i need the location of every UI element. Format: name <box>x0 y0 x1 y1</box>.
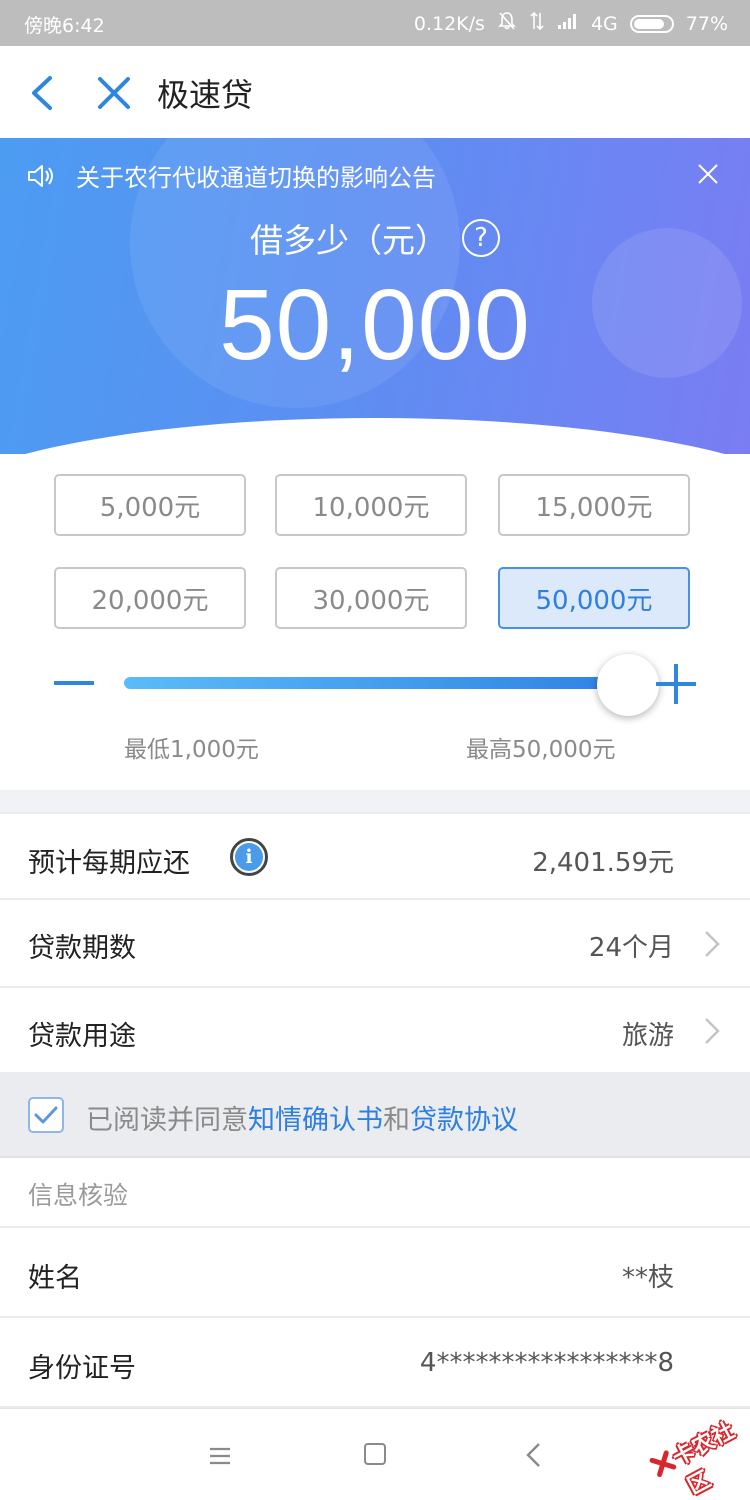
notice-text: 关于农行代收通道切换的影响公告 <box>76 164 436 192</box>
close-icon <box>98 77 130 109</box>
mute-bell-icon <box>497 11 517 36</box>
amount-slider-fill <box>124 677 624 689</box>
nav-bar: 极速贷 <box>0 46 750 138</box>
loan-purpose-label: 贷款用途 <box>28 1021 136 1052</box>
menu-icon[interactable] <box>209 1447 231 1465</box>
system-back-icon[interactable] <box>524 1442 544 1468</box>
loan-amount-display: 50,000 <box>219 269 531 381</box>
amount-slider-track[interactable] <box>124 677 624 689</box>
status-indicators: 0.12K/s 4G 77% <box>414 11 728 36</box>
loan-term-row[interactable]: 贷款期数 24个月 <box>0 900 750 988</box>
id-number-value: 4*****************8 <box>419 1348 674 1378</box>
increase-button[interactable] <box>656 664 696 704</box>
network-speed: 0.12K/s <box>413 12 485 35</box>
installment-label: 预计每期应还 <box>28 848 190 879</box>
check-icon <box>34 1106 58 1124</box>
amount-option-button[interactable]: 10,000元 <box>275 474 467 536</box>
status-bar: 傍晚6:42 0.12K/s 4G 77% <box>0 0 750 46</box>
agreement-prefix: 已阅读并同意 <box>86 1105 248 1136</box>
loan-amount-hero: 关于农行代收通道切换的影响公告 借多少（元） ? 50,000 <box>0 138 750 454</box>
loan-purpose-row[interactable]: 贷款用途 旅游 <box>0 988 750 1074</box>
chevron-left-icon <box>32 76 52 110</box>
battery-icon <box>629 14 674 33</box>
agreement-row: 已阅读并同意知情确认书和贷款协议 <box>0 1074 750 1158</box>
hero-wave <box>0 418 750 454</box>
loan-term-value: 24个月 <box>588 933 674 963</box>
verification-section-header: 信息核验 <box>0 1158 750 1228</box>
borrow-label: 借多少（元） <box>250 221 448 260</box>
network-type: 4G <box>590 12 618 35</box>
amount-option-button[interactable]: 20,000元 <box>54 567 246 629</box>
installment-value: 2,401.59元 <box>532 848 674 878</box>
system-nav-bar <box>0 1408 750 1500</box>
info-icon[interactable]: i <box>230 838 268 876</box>
battery-level: 77% <box>685 12 728 35</box>
borrow-label-row: 借多少（元） ? <box>0 214 750 262</box>
amount-slider-thumb[interactable] <box>597 654 659 716</box>
installment-row: 预计每期应还 i 2,401.59元 <box>0 812 750 900</box>
amount-option-button[interactable]: 5,000元 <box>54 474 246 536</box>
speaker-icon <box>28 164 53 187</box>
loan-purpose-value: 旅游 <box>621 1021 674 1051</box>
loan-agreement-link[interactable]: 贷款协议 <box>410 1105 518 1136</box>
notice-close-button[interactable] <box>696 162 720 186</box>
signal-icon <box>557 12 579 35</box>
decrease-button[interactable] <box>54 681 94 685</box>
amount-option-button[interactable]: 30,000元 <box>275 567 467 629</box>
home-square-icon[interactable] <box>364 1443 386 1465</box>
help-icon[interactable]: ? <box>462 219 500 257</box>
section-title: 信息核验 <box>28 1181 129 1210</box>
consent-document-link[interactable]: 知情确认书 <box>248 1105 383 1136</box>
max-amount-label: 最高50,000元 <box>466 737 616 763</box>
id-number-label: 身份证号 <box>28 1353 136 1384</box>
agreement-conjunction: 和 <box>383 1105 410 1136</box>
notice-banner[interactable]: 关于农行代收通道切换的影响公告 <box>26 158 436 193</box>
amount-panel: 5,000元 10,000元 15,000元 20,000元 30,000元 50,000… <box>0 454 750 790</box>
amount-option-button[interactable]: 15,000元 <box>498 474 690 536</box>
chevron-right-icon <box>705 1018 720 1044</box>
min-amount-label: 最低1,000元 <box>124 737 259 763</box>
name-row: 姓名 **枝 <box>0 1228 750 1318</box>
name-value: **枝 <box>621 1263 674 1293</box>
back-button[interactable] <box>24 70 64 116</box>
status-time: 傍晚6:42 <box>24 15 105 37</box>
amount-option-button[interactable]: 50,000元 <box>498 567 690 629</box>
close-button[interactable] <box>94 70 134 116</box>
agreement-checkbox[interactable] <box>28 1097 64 1133</box>
id-number-row: 身份证号 4*****************8 <box>0 1318 750 1408</box>
page-title: 极速贷 <box>157 76 254 114</box>
close-icon <box>698 164 718 184</box>
name-label: 姓名 <box>28 1263 82 1294</box>
agreement-text: 已阅读并同意知情确认书和贷款协议 <box>86 1098 518 1137</box>
chevron-right-icon <box>705 931 720 957</box>
data-transfer-icon <box>529 11 545 36</box>
loan-term-label: 贷款期数 <box>28 933 136 964</box>
